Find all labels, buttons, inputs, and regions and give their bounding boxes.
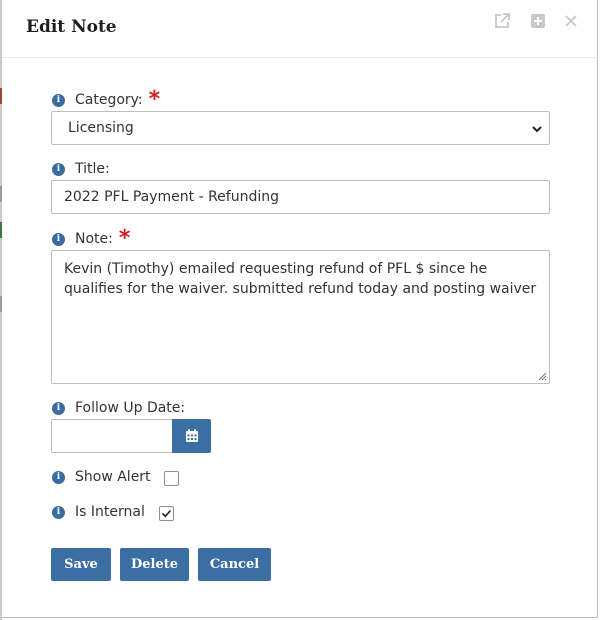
info-icon[interactable]: i (52, 470, 65, 484)
save-button[interactable]: Save (51, 548, 111, 581)
show-alert-label: i Show Alert (52, 467, 151, 487)
category-select-value: Licensing (68, 120, 134, 136)
calendar-icon (186, 429, 198, 442)
note-label: i Note: * (52, 226, 131, 251)
is-internal-checkbox[interactable] (159, 506, 174, 521)
chevron-down-icon (532, 126, 542, 133)
category-label-text: Category: (75, 92, 143, 108)
date-picker-button[interactable] (172, 419, 211, 453)
checkmark-icon (161, 509, 172, 518)
external-link-icon[interactable] (493, 12, 511, 30)
show-alert-label-text: Show Alert (75, 469, 151, 485)
note-textarea[interactable]: Kevin (Timothy) emailed requesting refun… (51, 250, 550, 384)
title-input[interactable]: 2022 PFL Payment - Refunding (51, 180, 550, 214)
category-select[interactable]: Licensing (51, 111, 550, 145)
expand-icon[interactable] (529, 12, 547, 30)
is-internal-label-text: Is Internal (75, 504, 145, 520)
required-marker: * (148, 87, 161, 112)
title-label-text: Title: (75, 161, 110, 177)
cancel-button[interactable]: Cancel (198, 548, 271, 581)
follow-up-date-label: i Follow Up Date: (52, 398, 185, 418)
is-internal-label: i Is Internal (52, 502, 145, 522)
info-icon[interactable]: i (52, 232, 65, 246)
delete-button[interactable]: Delete (120, 548, 189, 581)
show-alert-checkbox[interactable] (164, 471, 179, 486)
dialog-title: Edit Note (26, 17, 117, 37)
note-label-text: Note: (75, 231, 113, 247)
info-icon[interactable]: i (52, 93, 65, 107)
dialog-header: Edit Note (2, 0, 598, 58)
required-marker: * (118, 226, 131, 251)
info-icon[interactable]: i (52, 401, 65, 415)
edit-note-dialog: Edit Note i Category: * Licensing i Titl… (2, 0, 598, 618)
info-icon[interactable]: i (52, 162, 65, 176)
resize-handle-icon[interactable] (538, 372, 547, 381)
follow-up-date-label-text: Follow Up Date: (75, 400, 186, 416)
follow-up-date-input[interactable] (51, 419, 172, 453)
note-textarea-value: Kevin (Timothy) emailed requesting refun… (64, 261, 537, 297)
title-input-value: 2022 PFL Payment - Refunding (64, 189, 279, 205)
title-label: i Title: (52, 159, 110, 179)
info-icon[interactable]: i (52, 505, 65, 519)
close-icon[interactable] (562, 12, 580, 30)
category-label: i Category: * (52, 87, 161, 112)
